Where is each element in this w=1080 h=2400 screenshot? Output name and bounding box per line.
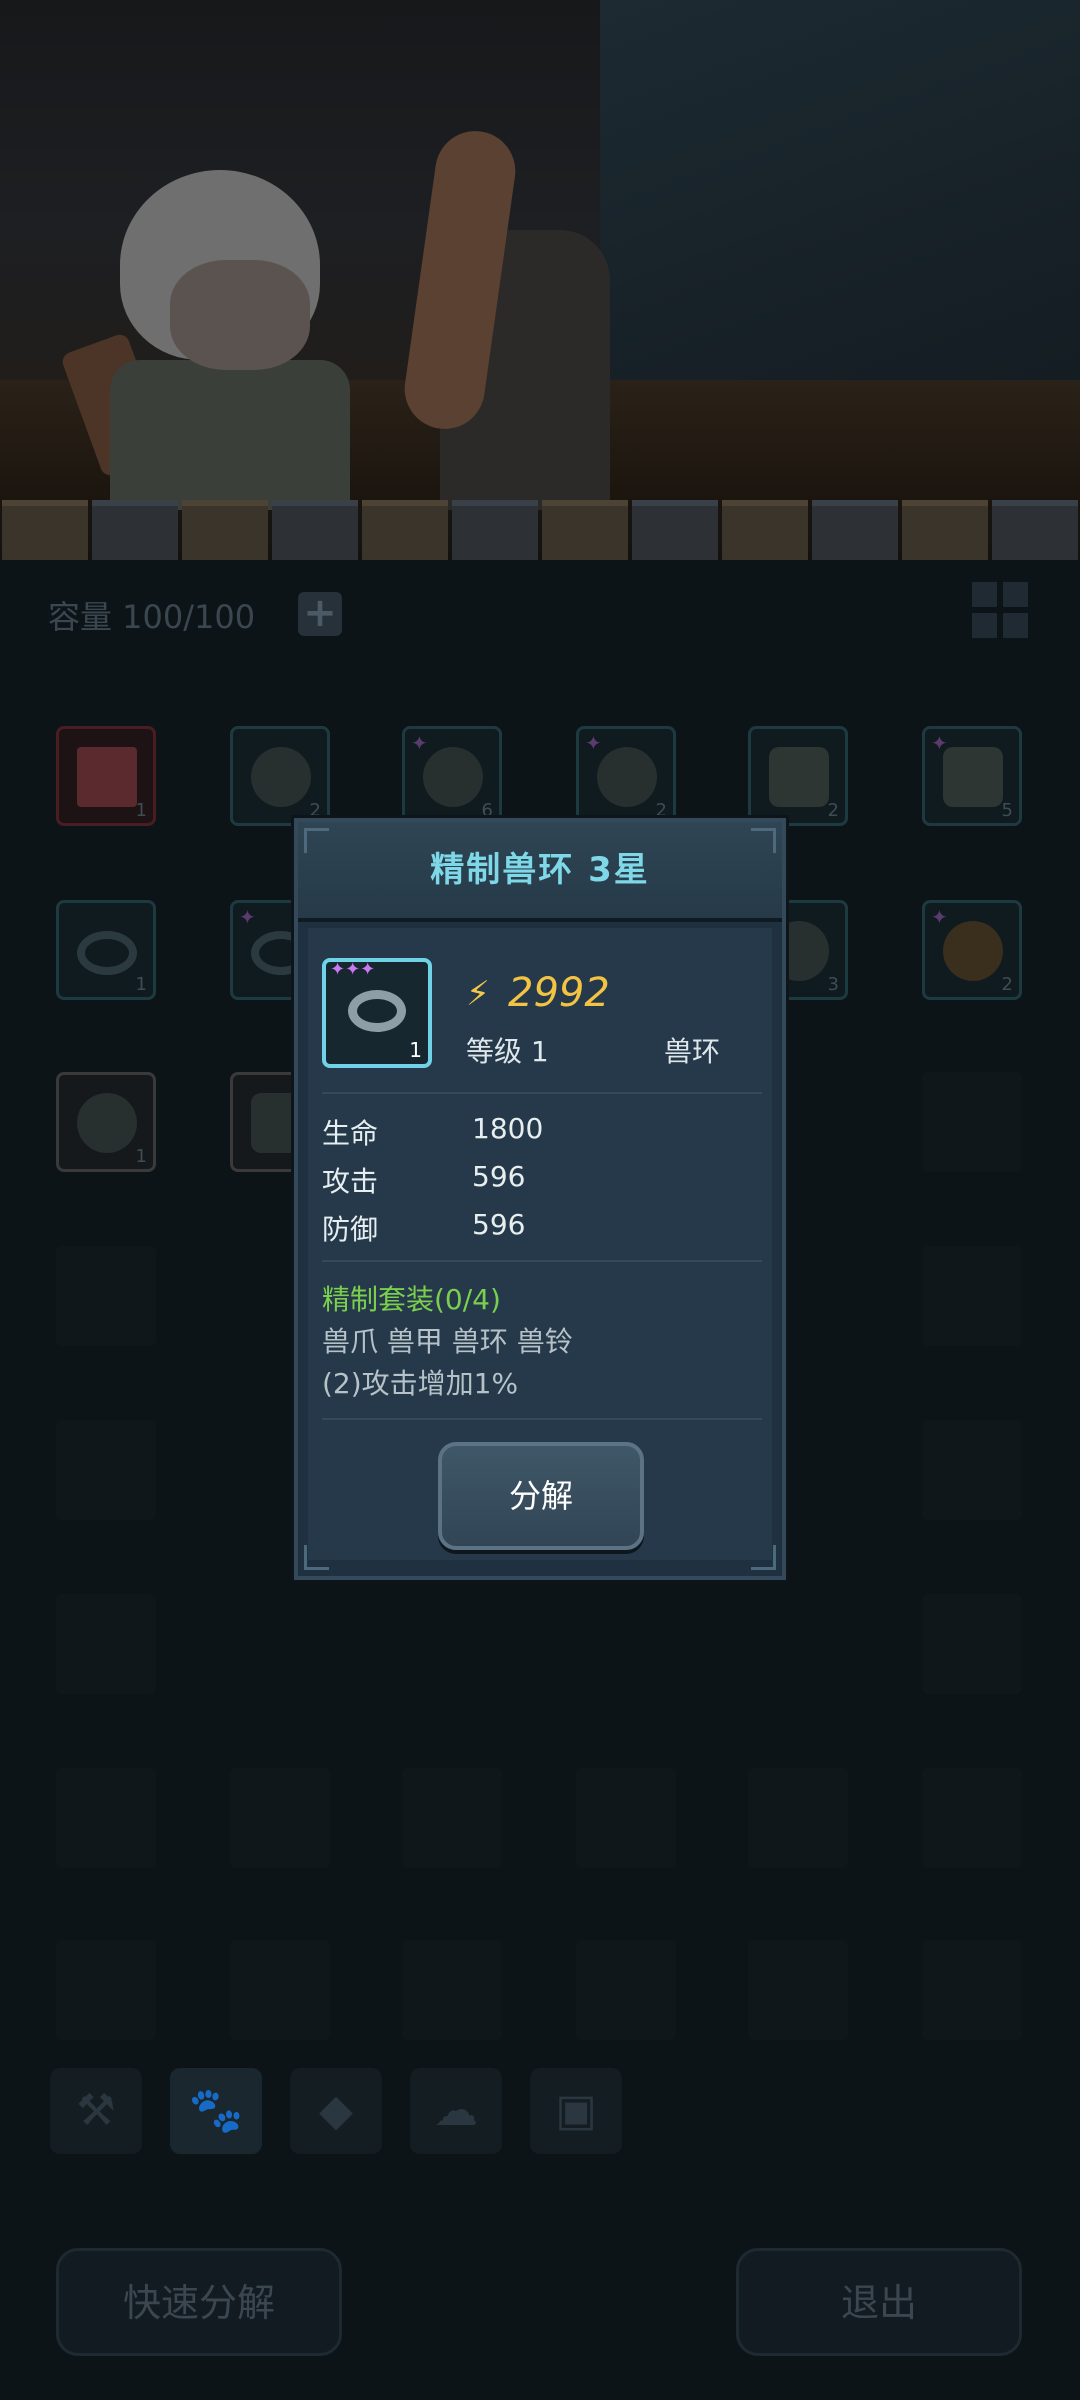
set-bonus: (2)攻击增加1% xyxy=(322,1367,519,1400)
empty-slot[interactable] xyxy=(402,1768,502,1868)
star-rank-icon: ✦✦✦ xyxy=(330,959,376,980)
empty-slot[interactable] xyxy=(576,1768,676,1868)
stat-value-hp: 1800 xyxy=(472,1112,544,1145)
quick-decompose-button[interactable]: 快速分解 xyxy=(56,2248,342,2356)
empty-slot[interactable] xyxy=(56,1594,156,1694)
stat-value-attack: 596 xyxy=(472,1160,526,1193)
empty-slot[interactable] xyxy=(402,1940,502,2040)
hero-character xyxy=(59,140,380,510)
corner-decoration xyxy=(751,828,776,853)
empty-slot[interactable] xyxy=(576,1940,676,2040)
empty-slot[interactable] xyxy=(56,1768,156,1868)
empty-slot[interactable] xyxy=(56,1420,156,1520)
chest-icon[interactable]: ▣ xyxy=(530,2068,622,2154)
inventory-slot[interactable]: 2 xyxy=(230,726,330,826)
empty-slot[interactable] xyxy=(922,1768,1022,1868)
divider xyxy=(322,1260,762,1262)
empty-slot[interactable] xyxy=(56,1940,156,2040)
set-title: 精制套装(0/4) xyxy=(322,1283,501,1316)
inventory-slot[interactable]: 1 xyxy=(56,900,156,1000)
shop-scene xyxy=(0,0,1080,560)
inventory-slot[interactable]: 1 xyxy=(56,726,156,826)
wrench-icon[interactable]: ⚒ xyxy=(50,2068,142,2154)
dialog-title: 精制兽环 3星 xyxy=(430,850,650,890)
stat-value-defense: 596 xyxy=(472,1208,526,1241)
empty-slot[interactable] xyxy=(922,1246,1022,1346)
empty-slot[interactable] xyxy=(748,1768,848,1868)
inventory-slot[interactable]: ✦ 5 xyxy=(922,726,1022,826)
divider xyxy=(322,1092,762,1094)
inventory-slot[interactable]: ✦ 2 xyxy=(922,900,1022,1000)
stat-label-hp: 生命 xyxy=(322,1117,379,1150)
grid-view-icon[interactable] xyxy=(972,582,1028,638)
paw-icon[interactable]: 🐾 xyxy=(170,2068,262,2154)
stat-label-attack: 攻击 xyxy=(322,1165,379,1198)
item-detail-dialog: 精制兽环 3星 ✦✦✦ 1 ⚡ 2992 等级 1 兽环 生命 1800 攻击 … xyxy=(294,818,786,1580)
divider xyxy=(322,1418,762,1420)
set-parts: 兽爪 兽甲 兽环 兽铃 xyxy=(322,1325,573,1358)
decompose-button[interactable]: 分解 xyxy=(438,1442,644,1550)
empty-slot[interactable] xyxy=(922,1594,1022,1694)
exit-button[interactable]: 退出 xyxy=(736,2248,1022,2356)
gem-icon[interactable]: ◆ xyxy=(290,2068,382,2154)
item-count: 1 xyxy=(409,1038,422,1062)
inventory-slot[interactable]: 2 xyxy=(748,726,848,826)
empty-slot[interactable] xyxy=(922,1940,1022,2040)
empty-slot[interactable] xyxy=(748,1940,848,2040)
corner-decoration xyxy=(304,828,329,853)
power-icon: ⚡ xyxy=(466,974,490,1014)
plus-icon[interactable]: + xyxy=(298,592,342,636)
empty-slot[interactable] xyxy=(230,1768,330,1868)
capacity-label: 容量 100/100 xyxy=(48,598,256,636)
item-level: 等级 1 xyxy=(466,1035,549,1068)
inventory-slot[interactable]: ✦ 6 xyxy=(402,726,502,826)
combat-power: 2992 xyxy=(508,970,610,1016)
item-type: 兽环 xyxy=(664,1035,721,1068)
beast-ring-icon: ✦✦✦ 1 xyxy=(322,958,432,1068)
empty-slot[interactable] xyxy=(56,1246,156,1346)
category-tabs: ⚒ 🐾 ◆ ☁ ▣ xyxy=(50,2068,622,2154)
inventory-slot[interactable]: ✦ 2 xyxy=(576,726,676,826)
inventory-slot[interactable]: 1 xyxy=(56,1072,156,1172)
stat-label-defense: 防御 xyxy=(322,1213,379,1246)
merchant-character xyxy=(380,70,620,510)
empty-slot[interactable] xyxy=(922,1072,1022,1172)
cloud-icon[interactable]: ☁ xyxy=(410,2068,502,2154)
empty-slot[interactable] xyxy=(922,1420,1022,1520)
empty-slot[interactable] xyxy=(230,1940,330,2040)
shop-counter xyxy=(0,500,1080,560)
